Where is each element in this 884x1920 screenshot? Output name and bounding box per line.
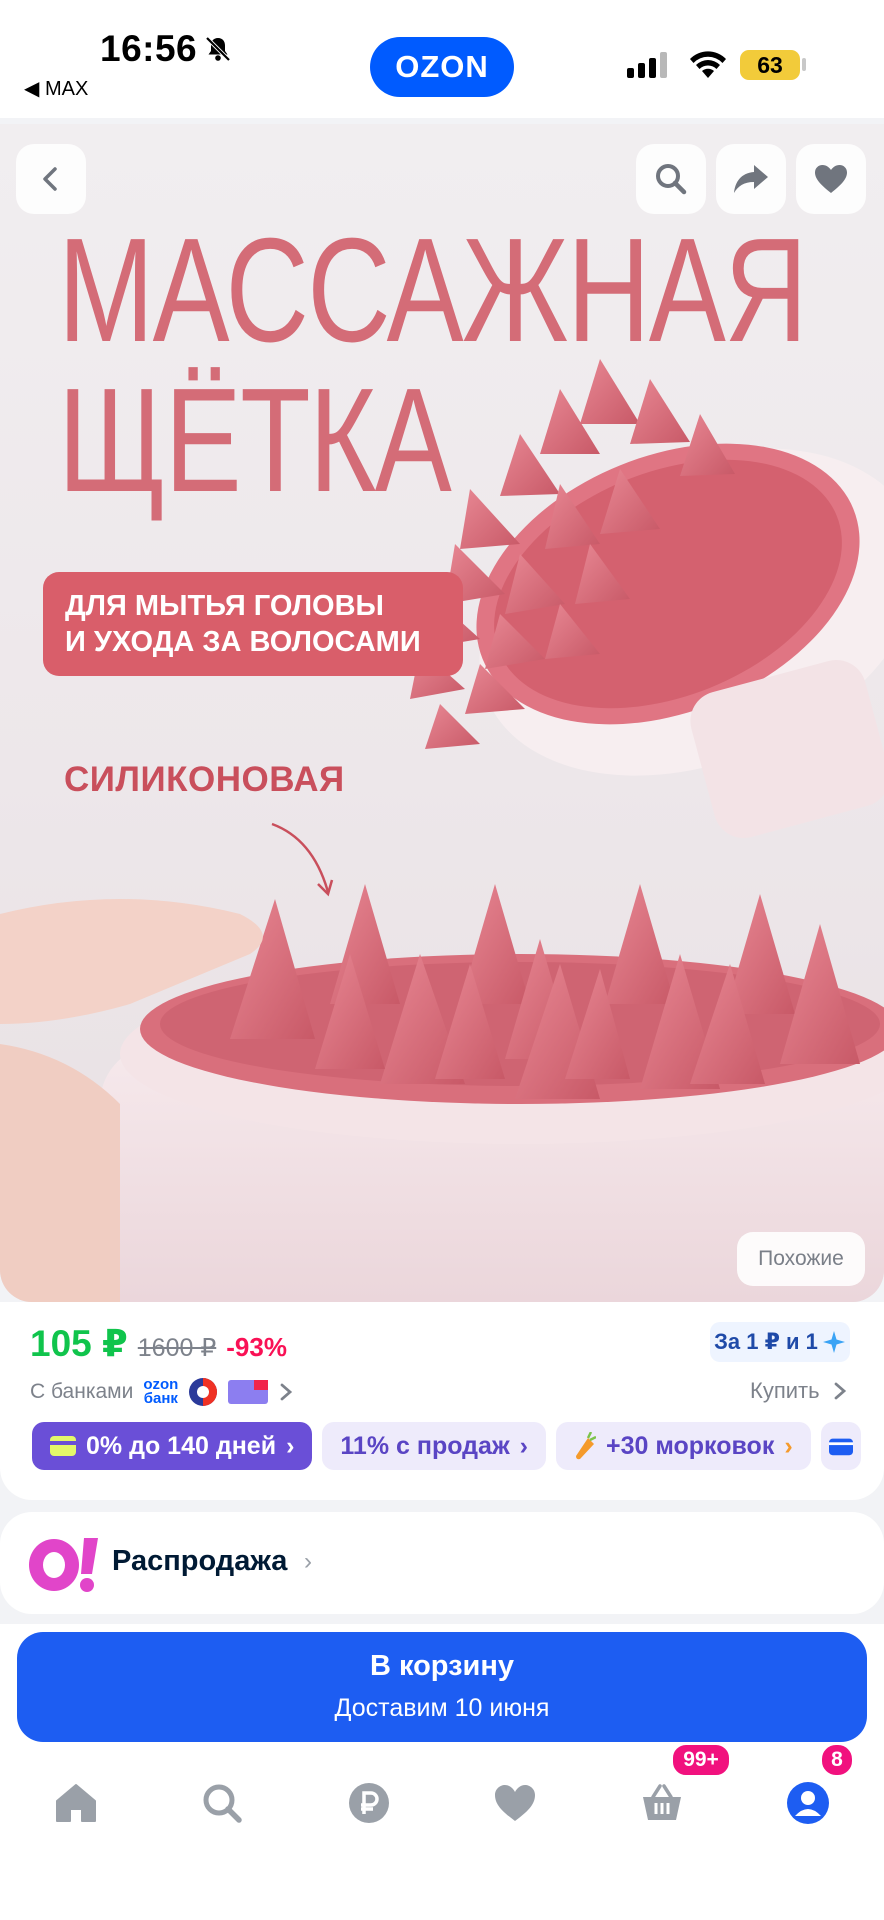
status-bar: 16:56 ◀ MAX OZON 63 [0,0,884,118]
cashback-chip[interactable]: 11% с продаж › [322,1422,546,1470]
heart-icon [815,165,847,193]
ruble-icon [349,1783,389,1823]
sparkle-icon [822,1331,845,1353]
old-price: 1600 ₽ [137,1334,217,1362]
profile-notifications-badge: 8 [819,1742,855,1778]
chevron-right-icon: › [304,1548,312,1575]
hero-badge: ДЛЯ МЫТЬЯ ГОЛОВЫ И УХОДА ЗА ВОЛОСАМИ [43,572,463,676]
carrot-icon [576,1432,596,1460]
home-icon [56,1784,96,1822]
bottom-panel: В корзину Доставим 10 июня 99+ 8 [0,1624,884,1920]
tab-cart[interactable] [622,1768,702,1838]
product-gallery[interactable]: МАССАЖНАЯ ЩЁТКА ДЛЯ МЫТЬЯ ГОЛОВЫ И УХОДА… [0,124,884,1302]
ozon-sale-logo-icon [29,1538,98,1592]
current-price: 105 ₽ [30,1323,128,1364]
wifi-icon [690,51,726,78]
bank-logo-2-icon [189,1378,218,1406]
chevron-right-icon: › [286,1431,295,1460]
installment-chip[interactable]: 0% до 140 дней › [32,1422,313,1470]
tab-home[interactable] [36,1768,116,1838]
one-ruble-promo-label: За 1 ₽ и 1 [714,1329,818,1354]
installment-chip-label: 0% до 140 дней [86,1431,277,1460]
share-icon [734,165,768,193]
tab-bar: 99+ 8 [0,1742,884,1868]
sale-card[interactable]: Распродажа › [0,1512,884,1614]
search-icon [203,1784,242,1823]
search-icon [656,164,687,195]
one-ruble-promo[interactable]: За 1 ₽ и 1 [710,1322,850,1362]
cart-count-badge: 99+ [670,1742,732,1778]
search-button[interactable] [636,144,706,214]
chevron-right-icon: › [784,1431,793,1460]
cellular-signal-icon [627,52,667,78]
bank-logo-3-icon [228,1380,269,1404]
favorite-button[interactable] [796,144,866,214]
carrots-chip-label: +30 морковок [606,1431,775,1460]
bank-offers-row[interactable]: С банками ozon банк [30,1377,294,1407]
tab-finance[interactable] [329,1768,409,1838]
wallet-icon [828,1438,853,1456]
share-button[interactable] [716,144,786,214]
back-icon [43,167,57,191]
battery-indicator: 63 [740,50,800,80]
back-button[interactable] [16,144,86,214]
tab-profile[interactable] [768,1768,848,1838]
muted-bell-icon [205,36,231,62]
hero-arrow-graphic [271,822,334,897]
favorites-icon [495,1785,535,1821]
banks-label: С банками [30,1380,134,1403]
back-to-app-link[interactable]: ◀ MAX [24,76,88,101]
carrots-chip[interactable]: +30 морковок › [556,1422,811,1470]
buy-link[interactable]: Купить [750,1378,848,1404]
cart-icon [643,1784,681,1820]
price-card: 105 ₽ 1600 ₽ -93% За 1 ₽ и 1 С банками o… [0,1302,884,1500]
chevron-right-icon [834,1382,846,1400]
profile-icon [787,1782,829,1824]
add-to-cart-button[interactable]: В корзину Доставим 10 июня [17,1632,867,1742]
hero-title: МАССАЖНАЯ ЩЁТКА [58,208,808,523]
tab-favorites[interactable] [475,1768,555,1838]
card-icon [50,1436,76,1456]
cashback-chip-label: 11% с продаж [340,1431,510,1460]
chevron-right-icon: › [519,1431,528,1460]
delivery-date: Доставим 10 июня [334,1694,550,1722]
sale-label: Распродажа [112,1545,288,1577]
status-time: 16:56 [100,28,198,69]
price-row: 105 ₽ 1600 ₽ -93% [30,1322,287,1365]
tab-search[interactable] [182,1768,262,1838]
similar-button[interactable]: Похожие [737,1232,865,1286]
ozon-logo: OZON [370,37,514,97]
hero-subtitle: СИЛИКОНОВАЯ [64,760,345,799]
offer-chips: 0% до 140 дней › 11% с продаж › +30 морк… [32,1422,861,1470]
chevron-right-icon [280,1383,293,1401]
discount-percent: -93% [226,1332,287,1362]
ozon-bank-logo: ozon банк [143,1376,179,1407]
battery-tip [802,58,806,71]
add-to-cart-label: В корзину [369,1650,515,1682]
more-offers-chip[interactable] [820,1422,861,1470]
